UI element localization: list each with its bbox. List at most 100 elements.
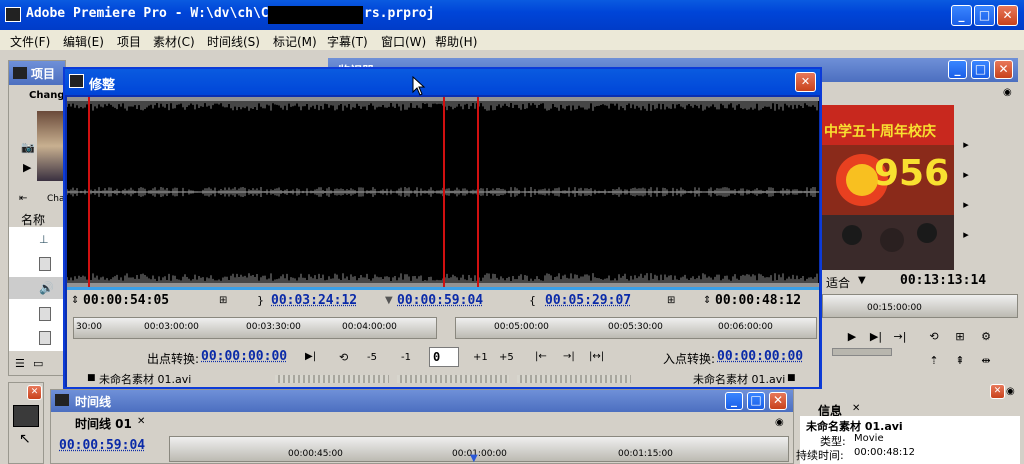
left-duration-timecode[interactable]: 00:00:54:05 (83, 293, 169, 308)
panel-close-button[interactable]: ✕ (994, 60, 1013, 79)
trim-body: ⇕ 00:00:54:05 ⊞ } 00:03:24:12 ▼ 00:00:59… (67, 97, 819, 387)
menu-title[interactable]: 字幕(T) (327, 33, 368, 50)
tools-close-button[interactable]: ✕ (27, 385, 42, 400)
timeline-maximize-button[interactable]: □ (747, 392, 765, 410)
menu-help[interactable]: 帮助(H) (435, 33, 477, 50)
waveform-display[interactable] (67, 97, 819, 287)
timeline-icon (55, 394, 69, 406)
trim-icon[interactable]: ⇹ (978, 354, 994, 368)
panel-maximize-button[interactable]: □ (971, 60, 990, 79)
list-view-icon[interactable]: ☰ (15, 357, 25, 370)
program-monitor-video: 中学五十周年校庆 956 (822, 105, 954, 270)
right-ruler[interactable]: 00:05:00:00 00:05:30:00 00:06:00:00 (455, 317, 817, 339)
chevron-down-icon[interactable]: ▼ (858, 275, 866, 286)
left-scroll-strip[interactable] (275, 375, 389, 383)
info-duration-value: 00:00:48:12 (854, 447, 916, 458)
tool-icon[interactable]: ▸ (958, 138, 974, 152)
loop-icon[interactable]: ⟲ (339, 351, 348, 364)
column-name-header[interactable]: 名称 (21, 211, 45, 228)
fit-dropdown[interactable]: 适合 (826, 274, 850, 291)
trim-plus5-button[interactable]: +5 (499, 352, 514, 363)
tool-icon[interactable]: ▸ (958, 198, 974, 212)
duration-icon: ⇕ (71, 295, 80, 306)
playhead-icon[interactable]: ▼ (470, 453, 478, 464)
timeline-tab[interactable]: 时间线 01 (75, 415, 132, 432)
right-in-timecode[interactable]: 00:05:29:07 (545, 293, 631, 308)
safe-margin-icon[interactable]: ⊞ (952, 330, 968, 344)
trim-close-button[interactable]: ✕ (795, 72, 816, 92)
playhead-timecode[interactable]: 00:00:59:04 (397, 293, 483, 308)
camera-icon[interactable]: 📷 (21, 141, 35, 154)
jog-slider[interactable] (832, 348, 892, 356)
menu-window[interactable]: 窗口(W) (381, 33, 426, 50)
info-type-value: Movie (854, 433, 884, 444)
panel-menu-icon[interactable]: ◉ (1003, 87, 1012, 98)
audio-icon: 🔊 (39, 281, 54, 295)
trim-both-icon[interactable]: |↔| (589, 351, 604, 362)
info-menu-icon[interactable]: ◉ (1006, 386, 1015, 397)
window-title: Adobe Premiere Pro - W:\dv\ch\C (26, 6, 269, 21)
output-icon[interactable]: ⚙ (978, 330, 994, 344)
menu-clip[interactable]: 素材(C) (153, 33, 195, 50)
timeline-ruler[interactable]: 00:00:45:00 00:01:00:00 00:01:15:00 ▼ (169, 436, 789, 464)
center-scroll-strip[interactable] (397, 375, 509, 383)
close-button[interactable]: ✕ (997, 5, 1018, 26)
previous-edit-icon[interactable]: |← (535, 351, 547, 362)
program-ruler[interactable]: 00:15:00:00 (822, 294, 1018, 318)
bin-label: Cha (47, 194, 65, 204)
cut-line (477, 97, 479, 287)
clip-icon[interactable] (39, 331, 51, 345)
project-tab[interactable]: Chang (29, 90, 64, 101)
arrow-tool-icon[interactable]: ↖ (19, 431, 31, 447)
timeline-timecode[interactable]: 00:00:59:04 (59, 438, 145, 453)
extract-icon[interactable]: ⇞ (952, 354, 968, 368)
sequence-icon[interactable]: ⊥ (39, 233, 49, 246)
info-close-button[interactable]: ✕ (990, 384, 1005, 399)
timeline-close-button[interactable]: ✕ (769, 392, 787, 410)
step-forward-icon[interactable]: ▶| (868, 330, 884, 344)
in-shift-value[interactable]: 00:00:00:00 (717, 349, 803, 364)
timeline-menu-icon[interactable]: ◉ (775, 417, 784, 428)
next-edit-icon[interactable]: →| (563, 351, 575, 362)
loop-icon[interactable]: ⟲ (926, 330, 942, 344)
timeline-minimize-button[interactable]: _ (725, 392, 743, 410)
left-ruler-label: 00:04:00:00 (342, 322, 397, 332)
trim-title-bar[interactable]: 修整 ✕ (65, 69, 820, 95)
premiere-app-icon (5, 7, 21, 22)
tab-close-icon[interactable]: ✕ (137, 416, 145, 427)
go-to-out-icon[interactable]: →| (892, 330, 908, 344)
menu-project[interactable]: 项目 (117, 33, 141, 50)
trim-minus1-button[interactable]: -1 (401, 352, 411, 363)
right-clip-name: 未命名素材 01.avi (693, 373, 786, 386)
tool-icon[interactable]: ▸ (958, 228, 974, 242)
maximize-button[interactable]: □ (974, 5, 995, 26)
info-tab-close-icon[interactable]: ✕ (852, 403, 860, 414)
tool-icon[interactable]: ▸ (958, 168, 974, 182)
menu-edit[interactable]: 编辑(E) (63, 33, 104, 50)
menu-file[interactable]: 文件(F) (10, 33, 50, 50)
play-edit-icon[interactable]: ▶| (305, 351, 316, 362)
menu-marker[interactable]: 标记(M) (273, 33, 317, 50)
left-out-timecode[interactable]: 00:03:24:12 (271, 293, 357, 308)
trim-minus5-button[interactable]: -5 (367, 352, 377, 363)
play-icon[interactable]: ▶ (23, 161, 31, 174)
in-shift-label: 入点转换: (663, 352, 716, 366)
clip-icon[interactable] (39, 257, 51, 271)
out-shift-value[interactable]: 00:00:00:00 (201, 349, 287, 364)
play-button[interactable]: ▶ (844, 330, 860, 344)
minimize-button[interactable]: _ (951, 5, 972, 26)
folder-up-icon[interactable]: ⇤ (19, 193, 27, 204)
menu-sequence[interactable]: 时间线(S) (207, 33, 260, 50)
trim-plus1-button[interactable]: +1 (473, 352, 488, 363)
clip-icon[interactable] (39, 307, 51, 321)
panel-minimize-button[interactable]: _ (948, 60, 967, 79)
icon-view-icon[interactable]: ▭ (33, 357, 43, 370)
selection-tool-icon[interactable] (13, 405, 39, 427)
selected-list-item[interactable]: 🔊 (9, 277, 65, 299)
right-scroll-strip[interactable] (517, 375, 631, 383)
lift-icon[interactable]: ⇡ (926, 354, 942, 368)
right-duration-timecode[interactable]: 00:00:48:12 (715, 293, 801, 308)
trim-frame-input[interactable]: 0 (429, 347, 459, 367)
program-timecode[interactable]: 00:13:13:14 (900, 273, 986, 288)
left-ruler[interactable]: 30:00 00:03:00:00 00:03:30:00 00:04:00:0… (73, 317, 437, 339)
